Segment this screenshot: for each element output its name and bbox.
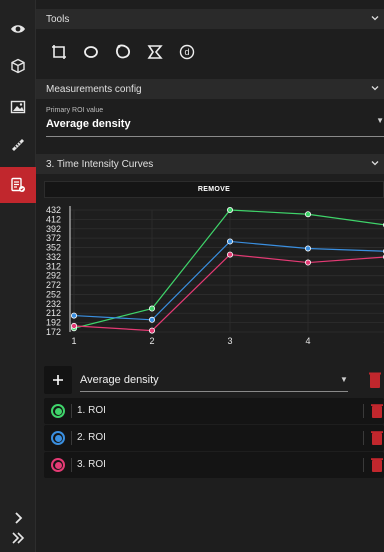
dropdown-caret-icon[interactable]: ▼ [340, 375, 348, 384]
data-point [304, 259, 311, 266]
roi-label: 1. ROI [77, 405, 106, 416]
tools-section-header[interactable]: Tools [36, 9, 384, 29]
chart-svg: 4324123923723523323122922722522322121921… [46, 205, 384, 346]
primary-roi-label: Primary ROI value [46, 107, 104, 114]
app: Tools d Measurements config Primary ROI … [0, 0, 384, 552]
data-point [70, 322, 77, 329]
field-underline [46, 136, 384, 137]
freehand-roi-tool-icon[interactable] [108, 37, 138, 67]
section-title: 3. Time Intensity Curves [46, 158, 154, 170]
data-point [226, 207, 233, 213]
y-tick-label: 172 [46, 327, 61, 337]
metric-select[interactable]: Average density [80, 374, 159, 386]
left-rail [0, 0, 36, 552]
eye-icon[interactable] [0, 11, 36, 47]
side-panel: Tools d Measurements config Primary ROI … [36, 0, 384, 552]
divider [71, 404, 72, 418]
rectangle-roi-tool-icon[interactable] [44, 37, 74, 67]
divider [363, 458, 364, 472]
chevron-down-icon [371, 86, 379, 91]
divider [363, 431, 364, 445]
ruler-icon[interactable] [0, 127, 36, 163]
chevron-down-icon [371, 16, 379, 21]
roi-row[interactable]: 1. ROI [44, 398, 384, 424]
data-point [149, 305, 156, 312]
roi-label: 2. ROI [77, 432, 106, 443]
roi-row[interactable]: 3. ROI [44, 452, 384, 478]
remove-button[interactable]: REMOVE [44, 181, 384, 198]
tic-section-header[interactable]: 3. Time Intensity Curves [36, 154, 384, 174]
trash-icon[interactable] [366, 371, 384, 389]
data-point [226, 251, 233, 258]
data-point [304, 245, 311, 252]
primary-roi-select[interactable]: Average density [46, 118, 131, 130]
trash-icon[interactable] [370, 457, 384, 473]
divider [71, 458, 72, 472]
chevron-right-icon[interactable] [0, 509, 36, 527]
measurements-report-icon[interactable] [0, 167, 36, 203]
ellipse-roi-tool-icon[interactable] [76, 37, 106, 67]
dropdown-caret-icon[interactable]: ▼ [376, 116, 384, 125]
trash-icon[interactable] [370, 403, 384, 419]
data-point [304, 211, 311, 218]
cube-icon[interactable] [0, 48, 36, 84]
data-point [70, 312, 77, 319]
x-tick-label: 4 [305, 336, 310, 346]
double-chevron-right-icon[interactable] [0, 528, 36, 548]
data-point [226, 238, 233, 245]
roi-color-icon[interactable] [51, 404, 65, 418]
measurements-section-header[interactable]: Measurements config [36, 79, 384, 99]
section-title: Tools [46, 13, 70, 25]
divider [363, 404, 364, 418]
plus-icon [53, 375, 63, 385]
roi-color-icon[interactable] [51, 458, 65, 472]
trash-icon[interactable] [370, 430, 384, 446]
image-icon[interactable] [0, 89, 36, 125]
chevron-down-icon [371, 161, 379, 166]
x-tick-label: 2 [149, 336, 154, 346]
svg-text:d: d [184, 47, 189, 57]
series-line [73, 209, 384, 329]
polygon-roi-tool-icon[interactable] [140, 37, 170, 67]
x-tick-label: 1 [71, 336, 76, 346]
roi-label: 3. ROI [77, 459, 106, 470]
metric-add-row: Average density ▼ [44, 366, 384, 394]
section-title: Measurements config [46, 83, 142, 95]
field-underline [80, 391, 348, 392]
add-button[interactable] [44, 366, 72, 394]
roi-color-icon[interactable] [51, 431, 65, 445]
divider [71, 431, 72, 445]
x-tick-label: 3 [227, 336, 232, 346]
time-intensity-chart: 432 412 392 372 352 332 312 292 272 252 232 212 192 1… [44, 202, 384, 350]
density-probe-tool-icon[interactable]: d [172, 37, 202, 67]
roi-row[interactable]: 2. ROI [44, 425, 384, 451]
data-point [149, 327, 156, 334]
data-point [149, 316, 156, 323]
tools-toolbar: d [44, 32, 204, 72]
